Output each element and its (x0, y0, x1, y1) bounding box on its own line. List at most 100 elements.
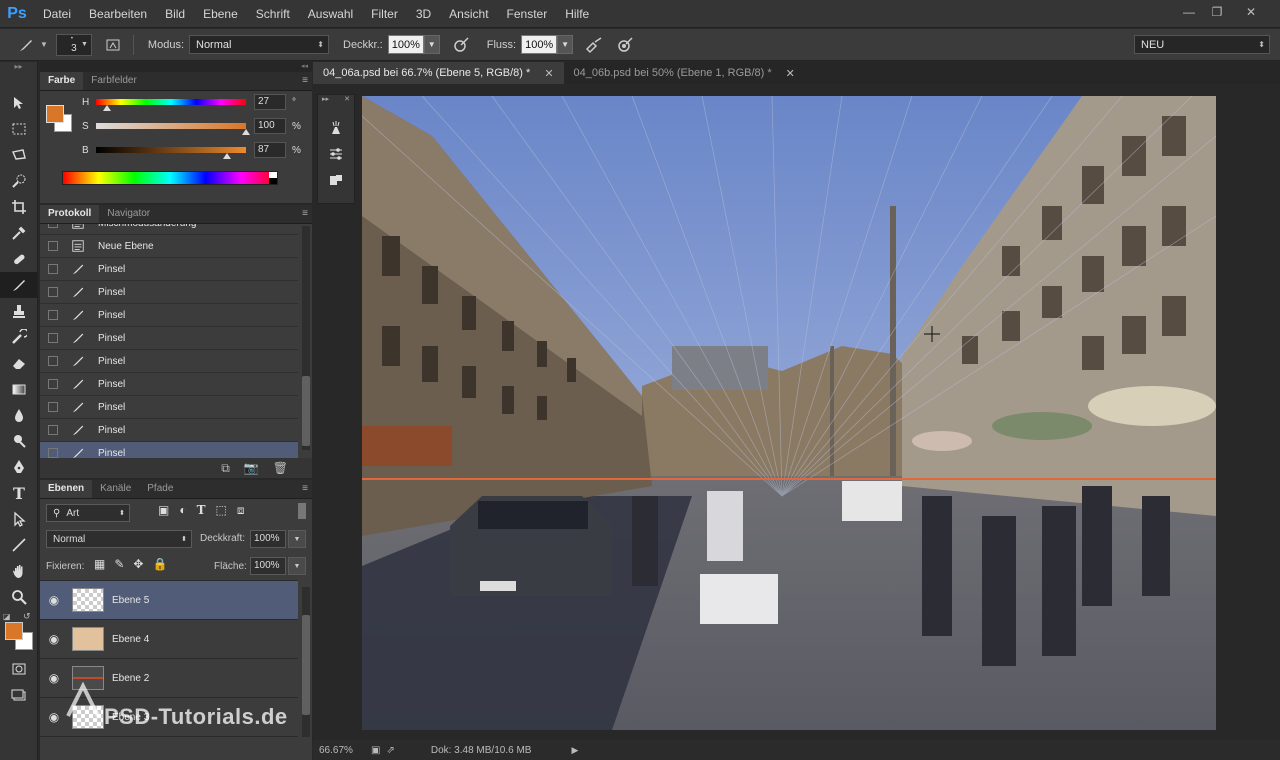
menu-item-hilfe[interactable]: Hilfe (556, 0, 598, 28)
visibility-eye-icon[interactable]: ◉ (40, 593, 68, 607)
saturation-slider-thumb[interactable] (242, 129, 250, 135)
menu-item-auswahl[interactable]: Auswahl (299, 0, 362, 28)
history-item[interactable]: Pinsel (40, 350, 298, 373)
tab-farbe[interactable]: Farbe (40, 72, 84, 90)
saturation-value[interactable]: 100 (254, 118, 286, 134)
brush-preset-icon[interactable] (15, 34, 37, 56)
document-tab-inactive[interactable]: 04_06b.psd bei 50% (Ebene 1, RGB/8) * ✕ (564, 62, 805, 84)
filter-type-icon[interactable]: T (197, 503, 206, 518)
layer-row[interactable]: ◉ Ebene 5 (40, 581, 298, 620)
layers-scrollbar[interactable] (302, 587, 310, 737)
airbrush-icon[interactable] (583, 34, 605, 56)
layer-filter-select[interactable]: ⚲ Art ⬍ (46, 504, 130, 522)
zoom-level[interactable]: 66.67% (319, 745, 369, 756)
panel-foreground-swatch[interactable] (46, 105, 64, 123)
chevron-down-icon[interactable]: ▼ (40, 40, 48, 49)
history-source-checkbox[interactable] (48, 264, 58, 274)
workspace-select[interactable]: NEU ⬍ (1134, 35, 1270, 54)
saturation-slider[interactable] (96, 123, 250, 135)
opacity-input[interactable]: 100% (387, 35, 424, 54)
brush-tool-icon[interactable] (0, 272, 38, 298)
status-timeline-icon[interactable]: ▣ (371, 745, 380, 756)
line-tool-icon[interactable] (0, 532, 38, 558)
menu-item-bild[interactable]: Bild (156, 0, 194, 28)
layer-row[interactable]: ◉ Ebene 4 (40, 620, 298, 659)
clone-source-icon[interactable] (318, 167, 354, 193)
brightness-value[interactable]: 87 (254, 142, 286, 158)
quick-mask-icon[interactable] (0, 656, 38, 682)
pressure-size-icon[interactable] (614, 34, 636, 56)
brush-panel-toggle-icon[interactable] (102, 34, 124, 56)
history-source-checkbox[interactable] (48, 224, 58, 228)
history-source-checkbox[interactable] (48, 287, 58, 297)
history-item[interactable]: Pinsel (40, 258, 298, 281)
fill-input[interactable]: 100% (250, 557, 286, 575)
panel-menu-icon[interactable]: ≡ (302, 75, 308, 86)
pressure-opacity-icon[interactable] (450, 34, 472, 56)
filter-adjustment-icon[interactable]: ◐ (179, 503, 186, 518)
eyedropper-tool-icon[interactable] (0, 220, 38, 246)
close-tab-icon[interactable]: ✕ (544, 67, 553, 80)
tab-pfade[interactable]: Pfade (139, 480, 181, 498)
history-item[interactable]: Pinsel (40, 373, 298, 396)
history-source-checkbox[interactable] (48, 448, 58, 458)
quick-selection-tool-icon[interactable] (0, 168, 38, 194)
collapse-icon[interactable]: ▸▸ (322, 95, 329, 107)
tab-protokoll[interactable]: Protokoll (40, 205, 100, 223)
layer-opacity-dropdown[interactable]: ▼ (288, 530, 306, 548)
history-scrollbar[interactable] (302, 226, 310, 450)
trash-icon[interactable]: 🗑 (273, 461, 288, 475)
menu-item-filter[interactable]: Filter (362, 0, 407, 28)
history-source-checkbox[interactable] (48, 333, 58, 343)
screen-mode-icon[interactable] (0, 682, 38, 708)
stamp-tool-icon[interactable] (0, 298, 38, 324)
panel-menu-icon[interactable]: ≡ (302, 208, 308, 219)
menu-item-fenster[interactable]: Fenster (498, 0, 557, 28)
foreground-color-swatch[interactable] (5, 622, 23, 640)
history-scrollbar-thumb[interactable] (302, 376, 310, 446)
close-icon[interactable]: ✕ (344, 95, 350, 107)
brush-size-picker[interactable]: • 3 ▼ (55, 33, 92, 56)
lock-all-icon[interactable]: 🔒 (152, 557, 167, 571)
history-item[interactable]: Pinsel (40, 304, 298, 327)
color-spectrum-bar[interactable] (62, 171, 278, 185)
filter-pixel-icon[interactable]: ▣ (158, 503, 169, 518)
filter-shape-icon[interactable]: ⬚ (216, 503, 227, 518)
close-button[interactable]: ✕ (1236, 0, 1266, 24)
brush-presets-icon[interactable] (318, 115, 354, 141)
history-item[interactable]: Neue Ebene (40, 235, 298, 258)
history-item[interactable]: Pinsel (40, 281, 298, 304)
history-item[interactable]: Pinsel (40, 419, 298, 442)
hand-tool-icon[interactable] (0, 558, 38, 584)
layer-opacity-input[interactable]: 100% (250, 530, 286, 548)
dock-collapse-icon[interactable]: ◂◂ (40, 62, 312, 72)
filter-smart-object-icon[interactable]: ⧈ (237, 503, 245, 518)
type-tool-icon[interactable]: T (0, 480, 38, 506)
marquee-tool-icon[interactable] (0, 116, 38, 142)
history-source-checkbox[interactable] (48, 379, 58, 389)
history-item[interactable]: Mischmodusänderung (40, 224, 298, 235)
tab-ebenen[interactable]: Ebenen (40, 480, 93, 498)
opacity-dropdown-button[interactable]: ▼ (423, 35, 440, 54)
layers-scrollbar-thumb[interactable] (302, 615, 310, 715)
flow-input[interactable]: 100% (521, 35, 558, 54)
lock-position-icon[interactable]: ✥ (133, 557, 143, 571)
visibility-eye-icon[interactable]: ◉ (40, 632, 68, 646)
document-tab-active[interactable]: 04_06a.psd bei 66.7% (Ebene 5, RGB/8) * … (313, 62, 564, 84)
panel-menu-icon[interactable]: ≡ (302, 483, 308, 494)
new-document-from-state-icon[interactable]: ⧉ (221, 461, 230, 476)
tab-kanaele[interactable]: Kanäle (92, 480, 139, 498)
crop-tool-icon[interactable] (0, 194, 38, 220)
history-source-checkbox[interactable] (48, 402, 58, 412)
menu-item-3d[interactable]: 3D (407, 0, 440, 28)
history-item[interactable]: Pinsel (40, 396, 298, 419)
brush-settings-icon[interactable] (318, 141, 354, 167)
document-canvas[interactable] (362, 96, 1216, 730)
move-tool-icon[interactable] (0, 90, 38, 116)
status-export-icon[interactable]: ⇗ (386, 745, 394, 756)
close-tab-icon[interactable]: ✕ (786, 67, 795, 80)
flow-dropdown-button[interactable]: ▼ (557, 35, 574, 54)
tab-farbfelder[interactable]: Farbfelder (83, 72, 145, 90)
zoom-tool-icon[interactable] (0, 584, 38, 610)
snapshot-camera-icon[interactable]: 📷 (244, 461, 259, 475)
